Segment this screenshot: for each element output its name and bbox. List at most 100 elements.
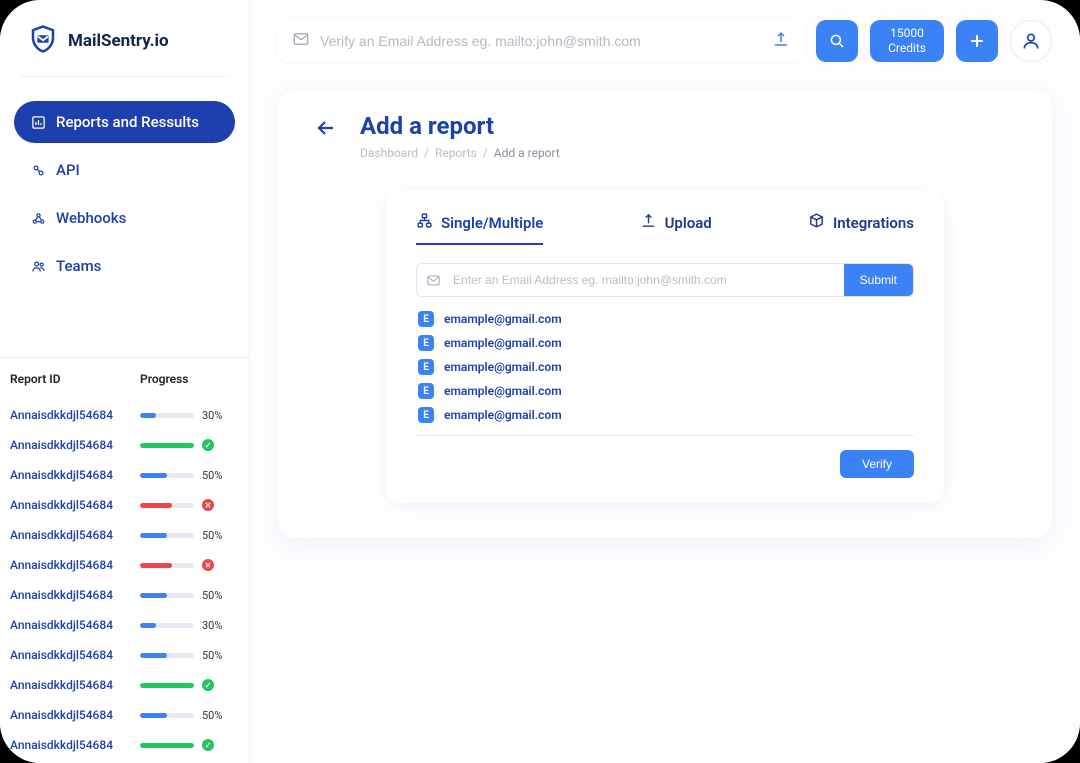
table-row[interactable]: Annaisdkkdjl5468450% [0, 520, 249, 550]
report-id: Annaisdkkdjl54684 [10, 558, 140, 572]
report-id: Annaisdkkdjl54684 [10, 468, 140, 482]
progress-bar [140, 713, 194, 718]
report-id: Annaisdkkdjl54684 [10, 648, 140, 662]
nav-reports[interactable]: Reports and Ressults [14, 101, 235, 143]
email-badge-icon: E [418, 311, 434, 327]
nav-webhooks[interactable]: Webhooks [14, 197, 235, 239]
list-item[interactable]: Eemample@gmail.com [416, 307, 914, 331]
progress-bar [140, 443, 194, 448]
crumb-dashboard[interactable]: Dashboard [360, 146, 418, 160]
list-item[interactable]: Eemample@gmail.com [416, 331, 914, 355]
crumb-current: Add a report [494, 146, 560, 160]
crumb-reports[interactable]: Reports [435, 146, 477, 160]
progress-label: 50% [202, 529, 222, 542]
tab-integrations[interactable]: Integrations [808, 212, 914, 245]
progress-bar [140, 563, 194, 568]
progress-cell: 30% [140, 409, 239, 422]
table-row[interactable]: Annaisdkkdjl5468450% [0, 580, 249, 610]
progress-bar [140, 623, 194, 628]
divider [20, 76, 229, 77]
avatar-button[interactable] [1010, 20, 1052, 62]
table-row[interactable]: Annaisdkkdjl54684✓ [0, 430, 249, 460]
progress-bar [140, 743, 194, 748]
emails-list: Eemample@gmail.comEemample@gmail.comEema… [416, 307, 914, 427]
sidebar: MailSentry.io Reports and Ressults API [0, 0, 250, 763]
progress-cell: 50% [140, 589, 239, 602]
nav-label: Teams [56, 257, 101, 275]
progress-cell: 50% [140, 469, 239, 482]
nav-label: API [56, 161, 80, 179]
shield-mail-icon [28, 24, 58, 58]
progress-label: 50% [202, 469, 222, 482]
email-badge-icon: E [418, 383, 434, 399]
progress-bar [140, 473, 194, 478]
error-icon: ✕ [202, 499, 214, 511]
nav-api[interactable]: API [14, 149, 235, 191]
progress-cell: ✕ [140, 499, 239, 511]
mail-icon [417, 264, 449, 296]
progress-cell: 50% [140, 649, 239, 662]
progress-cell: ✓ [140, 679, 239, 691]
tab-upload[interactable]: Upload [640, 212, 712, 245]
cube-icon [808, 212, 825, 233]
email-text: emample@gmail.com [444, 312, 562, 326]
progress-bar [140, 533, 194, 538]
webhook-icon [30, 210, 46, 226]
progress-label: 30% [202, 619, 222, 632]
mail-icon [292, 30, 310, 52]
progress-label: 50% [202, 649, 222, 662]
table-header: Report ID Progress [0, 358, 249, 400]
progress-cell: ✓ [140, 439, 239, 451]
search-button[interactable] [816, 20, 858, 62]
table-row[interactable]: Annaisdkkdjl54684 30% [0, 610, 249, 640]
reports-table: Report ID Progress Annaisdkkdjl5468430%A… [0, 357, 249, 763]
search-bar[interactable] [278, 20, 804, 62]
table-row[interactable]: Annaisdkkdjl54684✓ [0, 670, 249, 700]
list-item[interactable]: Eemample@gmail.com [416, 403, 914, 427]
progress-label: 50% [202, 589, 222, 602]
main-area: 15000 Credits Add a report Dashboard/Rep… [250, 0, 1080, 763]
report-id: Annaisdkkdjl54684 [10, 618, 140, 632]
email-input[interactable] [449, 264, 844, 296]
tab-single-multiple[interactable]: Single/Multiple [416, 212, 543, 245]
tab-label: Integrations [833, 214, 914, 232]
table-row[interactable]: Annaisdkkdjl54684 30% [0, 400, 249, 430]
table-row[interactable]: Annaisdkkdjl54684✕ [0, 550, 249, 580]
table-row[interactable]: Annaisdkkdjl54684 50% [0, 460, 249, 490]
verify-button[interactable]: Verify [840, 450, 914, 478]
tabs: Single/Multiple Upload Integrations [416, 212, 914, 245]
search-input[interactable] [320, 33, 762, 49]
table-row[interactable]: Annaisdkkdjl54684 50% [0, 640, 249, 670]
check-icon: ✓ [202, 439, 214, 451]
check-icon: ✓ [202, 679, 214, 691]
submit-button[interactable]: Submit [844, 264, 913, 296]
table-row[interactable]: Annaisdkkdjl54684✓ [0, 730, 249, 760]
list-item[interactable]: Eemample@gmail.com [416, 379, 914, 403]
email-badge-icon: E [418, 335, 434, 351]
add-report-card: Single/Multiple Upload Integrations [386, 190, 944, 502]
upload-icon[interactable] [772, 30, 790, 52]
report-id: Annaisdkkdjl54684 [10, 408, 140, 422]
progress-bar [140, 413, 194, 418]
check-icon: ✓ [202, 739, 214, 751]
table-row[interactable]: Annaisdkkdjl54684 ✕ [0, 490, 249, 520]
add-button[interactable] [956, 20, 998, 62]
credits-button[interactable]: 15000 Credits [870, 20, 944, 62]
table-row[interactable]: Annaisdkkdjl54684 50% [0, 700, 249, 730]
credits-label: Credits [888, 41, 926, 56]
app-frame: MailSentry.io Reports and Ressults API [0, 0, 1080, 763]
breadcrumb: Dashboard/Reports/Add a report [360, 146, 560, 160]
back-arrow-icon[interactable] [314, 116, 338, 144]
progress-label: 50% [202, 709, 222, 722]
progress-label: 30% [202, 409, 222, 422]
nav-teams[interactable]: Teams [14, 245, 235, 287]
progress-bar [140, 593, 194, 598]
page-title: Add a report [360, 112, 560, 140]
report-id: Annaisdkkdjl54684 [10, 708, 140, 722]
email-badge-icon: E [418, 407, 434, 423]
report-id: Annaisdkkdjl54684 [10, 498, 140, 512]
sitemap-icon [416, 212, 433, 233]
progress-bar [140, 683, 194, 688]
email-text: emample@gmail.com [444, 384, 562, 398]
list-item[interactable]: Eemample@gmail.com [416, 355, 914, 379]
